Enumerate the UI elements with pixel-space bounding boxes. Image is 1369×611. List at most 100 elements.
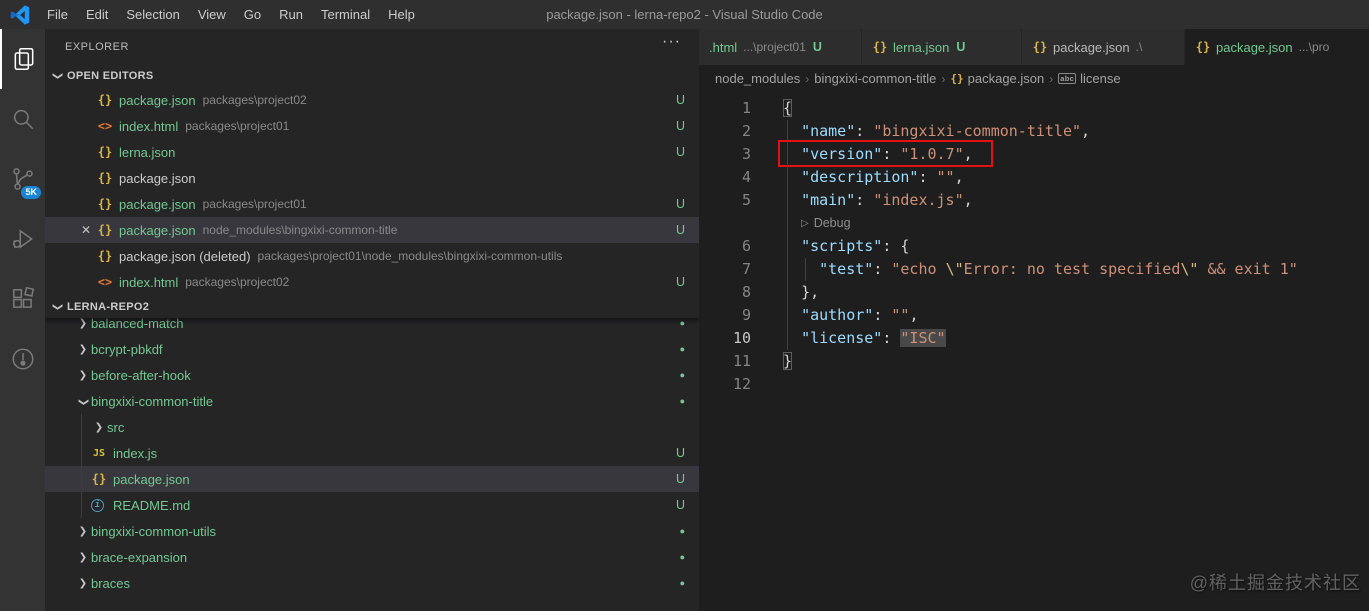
tree-folder-bingxixi-common-utils[interactable]: ❯ bingxixi-common-utils ● [45,518,699,544]
git-status-badge: U [675,223,685,237]
explorer-icon[interactable] [0,29,45,89]
tree-folder-braces[interactable]: ❯ braces ● [45,570,699,596]
extensions-icon[interactable] [0,269,45,329]
breadcrumb-item-bingxixi-common-title[interactable]: bingxixi-common-title [814,71,936,86]
menu-selection[interactable]: Selection [117,0,188,29]
modified-dot-badge: ● [679,578,685,588]
chevron-right-icon: ❯ [78,317,88,329]
code-token: "author" [801,306,874,324]
tab-lerna.json-1[interactable]: {} lerna.json U [862,29,1022,65]
code-line-9[interactable]: 9 "author": "", [699,304,1369,327]
file-path: packages\project02 [202,93,307,107]
tab-html-0[interactable]: .html ...\project01 U [699,29,862,65]
code-line-5[interactable]: 5 "main": "index.js", [699,189,1369,212]
open-editors-header[interactable]: ❯ OPEN EDITORS [45,64,699,87]
open-editor-item[interactable]: {} package.json (deleted) packages\project… [45,243,699,269]
breadcrumb-item-node_modules[interactable]: node_modules [715,71,800,86]
tree-folder-before-after-hook[interactable]: ❯ before-after-hook ● [45,362,699,388]
open-editor-item[interactable]: {} package.json packages\project02 U [45,87,699,113]
json-file-icon: {} [97,197,113,211]
tree-file-package.json[interactable]: {} package.json U [45,466,699,492]
tab-package.json-2[interactable]: {} package.json .\ [1022,29,1185,65]
modified-dot-badge: ● [679,318,685,328]
search-icon[interactable] [0,89,45,149]
js-file-icon: JS [92,447,106,459]
code-line-10[interactable]: 10 "license": "ISC" [699,327,1369,350]
tab-label: lerna.json [893,39,950,55]
open-editor-item[interactable]: {} lerna.json U [45,139,699,165]
code-line-7[interactable]: 7 "test": "echo \"Error: no test specifi… [699,258,1369,281]
code-line-6[interactable]: 6 "scripts": { [699,235,1369,258]
line-number: 8 [741,283,751,301]
item-label: package.json [113,471,190,487]
open-editor-item[interactable]: ✕{} package.json node_modules\bingxixi-com… [45,217,699,243]
menu-bar: File Edit Selection View Go Run Terminal Help [38,0,424,29]
file-name: index.html [119,118,179,134]
open-editor-item[interactable]: <> index.html packages\project01 U [45,113,699,139]
json-file-icon: {} [97,93,113,107]
code-line-8[interactable]: 8 }, [699,281,1369,304]
code-token: : [918,168,937,186]
code-token: "scripts" [801,237,883,255]
git-status-badge: U [675,498,685,512]
json-file-icon: {} [97,171,113,185]
line-number: 11 [732,352,751,370]
vscode-logo-icon [10,4,30,25]
tab-dir: .\ [1135,40,1143,54]
open-editor-item[interactable]: {} package.json [45,165,699,191]
explorer-sidebar: EXPLORER ··· ❯ OPEN EDITORS {} package.js… [45,29,699,611]
gitlens-icon[interactable] [0,329,45,389]
file-name: package.json (deleted) [119,248,251,264]
explorer-more-actions-button[interactable]: ··· [662,33,681,51]
code-line-4[interactable]: 4 "description": "", [699,166,1369,189]
code-line-1[interactable]: 1{ [699,97,1369,120]
tab-git-badge: U [956,40,966,54]
tree-file-README.md[interactable]: i README.md U [45,492,699,518]
code-token: && exit 1" [1198,260,1298,278]
breadcrumb-label: bingxixi-common-title [814,71,937,86]
menu-terminal[interactable]: Terminal [312,0,379,29]
breadcrumb-label: node_modules [715,71,801,86]
tab-git-badge: U [812,40,822,54]
code-token: , [963,191,973,209]
file-name: lerna.json [119,144,176,160]
json-file-icon: {} [91,472,107,486]
close-icon[interactable]: ✕ [75,223,97,237]
info-file-icon: i [91,498,104,512]
tree-folder-src[interactable]: ❯ src [45,414,699,440]
breadcrumb-item-package.json[interactable]: {} package.json [950,71,1044,86]
code-area[interactable]: 1{2 "name": "bingxixi-common-title", 3 "v… [699,92,1369,396]
item-label: bcrypt-pbkdf [91,341,163,357]
menu-view[interactable]: View [189,0,235,29]
code-token: }, [801,283,820,301]
source-control-icon[interactable]: 5K [0,149,45,209]
menu-go[interactable]: Go [235,0,270,29]
title-bar: File Edit Selection View Go Run Terminal Help p… [0,0,1369,29]
item-label: src [107,419,125,435]
chevron-down-icon: ❯ [52,302,64,312]
tree-file-index.js[interactable]: JS index.js U [45,440,699,466]
tree-folder-brace-expansion[interactable]: ❯ brace-expansion ● [45,544,699,570]
menu-help[interactable]: Help [379,0,424,29]
tab-dir: ...\pro [1298,40,1330,54]
open-editor-item[interactable]: {} package.json packages\project01 U [45,191,699,217]
run-debug-icon[interactable] [0,209,45,269]
tree-folder-bingxixi-common-title[interactable]: ❯ bingxixi-common-title ● [45,388,699,414]
menu-edit[interactable]: Edit [77,0,117,29]
line-number: 9 [741,306,751,324]
html-file-icon: <> [97,275,113,289]
tree-folder-bcrypt-pbkdf[interactable]: ❯ bcrypt-pbkdf ● [45,336,699,362]
open-editor-item[interactable]: <> index.html packages\project02 U [45,269,699,295]
modified-dot-badge: ● [679,552,685,562]
workspace-header[interactable]: ❯ LERNA-REPO2 [45,295,699,318]
code-line-12[interactable]: 12 [699,373,1369,396]
codelens-debug[interactable]: ▷ Debug [699,212,1369,235]
menu-run[interactable]: Run [270,0,312,29]
line-number: 3 [741,145,751,163]
menu-file[interactable]: File [38,0,77,29]
code-line-11[interactable]: 11} [699,350,1369,373]
tab-package.json-3[interactable]: {} package.json ...\pro [1185,29,1369,65]
breadcrumb-item-license[interactable]: abc license [1058,71,1121,86]
tab-label: package.json [1053,39,1130,55]
